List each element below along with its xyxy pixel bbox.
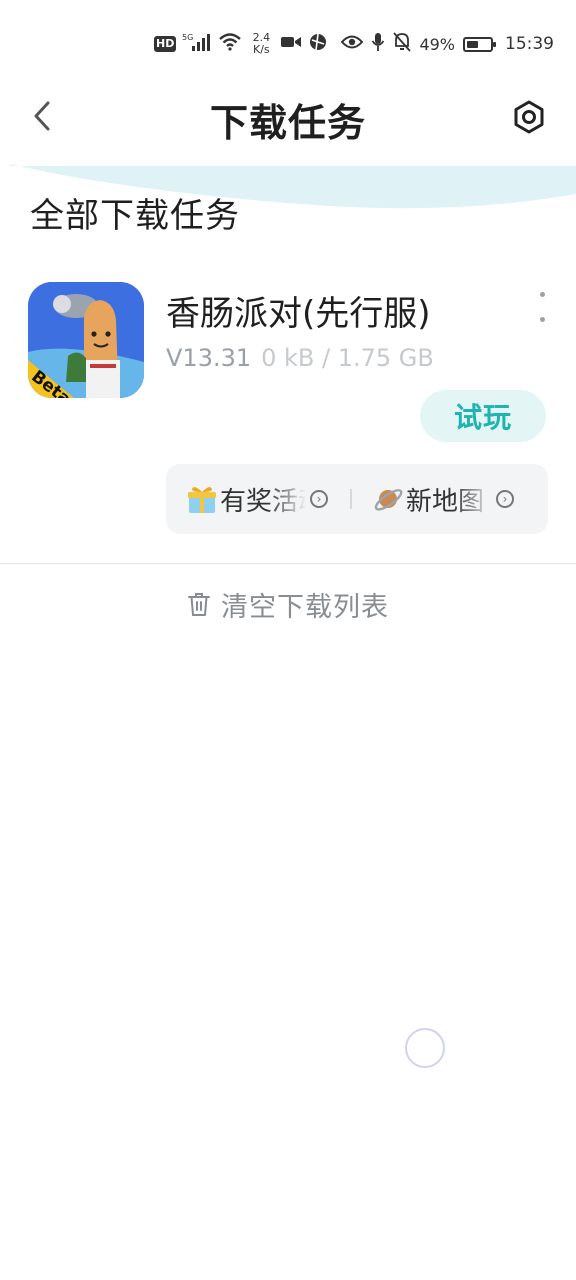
tag-event[interactable]: 有奖活动 › <box>166 464 328 534</box>
bell-muted-icon <box>393 32 412 56</box>
video-camera-icon <box>280 34 302 54</box>
tag-new-map[interactable]: 新地图 › <box>352 464 514 534</box>
status-bar: HD 5G 2.4 K/s 49% 15:39 <box>0 0 576 88</box>
more-dot <box>539 292 545 297</box>
page-title: 下载任务 <box>209 101 366 145</box>
game-name[interactable]: 香肠派对(先行服) <box>166 286 431 335</box>
download-meta: V13.31 0 kB / 1.75 GB <box>166 344 434 372</box>
settings-icon <box>514 100 544 134</box>
try-play-button[interactable]: 试玩 <box>420 390 546 442</box>
chevron-right-circle-icon: › <box>310 490 328 508</box>
download-size-progress: 0 kB / 1.75 GB <box>261 344 434 372</box>
app-header: 下载任务 <box>0 80 576 152</box>
battery-icon <box>463 36 496 52</box>
list-divider <box>0 563 576 564</box>
more-dot <box>539 317 545 322</box>
battery-percent: 49% <box>419 34 455 54</box>
hd-badge: HD <box>154 36 177 52</box>
tag-new-map-label: 新地图 <box>406 486 485 517</box>
microphone-icon <box>371 32 385 56</box>
chevron-right-circle-icon: › <box>496 490 514 508</box>
game-icon[interactable]: Beta <box>28 282 144 398</box>
activity-tags-bar: 有奖活动 › 新地图 › <box>166 464 548 534</box>
clear-download-list-button[interactable]: 清空下载列表 <box>0 584 576 624</box>
trash-icon <box>188 593 210 616</box>
loading-spinner <box>405 1028 445 1068</box>
planet-icon <box>374 489 403 511</box>
status-time: 15:39 <box>505 34 554 54</box>
signal-icon: 5G <box>182 32 212 56</box>
status-left: HD 5G 2.4 K/s <box>154 30 328 58</box>
status-right: 49% 15:39 <box>341 30 554 58</box>
eye-icon <box>341 34 364 54</box>
battery-fill <box>467 40 478 48</box>
game-version: V13.31 <box>166 344 252 372</box>
gift-icon <box>188 487 216 513</box>
net-type-label: 5G <box>182 33 193 42</box>
settings-button[interactable] <box>510 98 548 136</box>
download-item[interactable]: Beta 香肠派对(先行服) V13.31 0 kB / 1.75 GB 试玩 <box>0 270 576 550</box>
net-speed-unit: K/s <box>253 43 270 56</box>
section-title: 全部下载任务 <box>30 196 240 236</box>
browser-icon <box>308 32 328 56</box>
tag-event-label: 有奖活动 <box>220 486 306 517</box>
net-speed: 2.4 K/s <box>248 32 274 56</box>
wifi-icon <box>218 32 242 56</box>
clear-download-list-label: 清空下载列表 <box>221 591 389 623</box>
more-options-button[interactable] <box>532 292 552 322</box>
